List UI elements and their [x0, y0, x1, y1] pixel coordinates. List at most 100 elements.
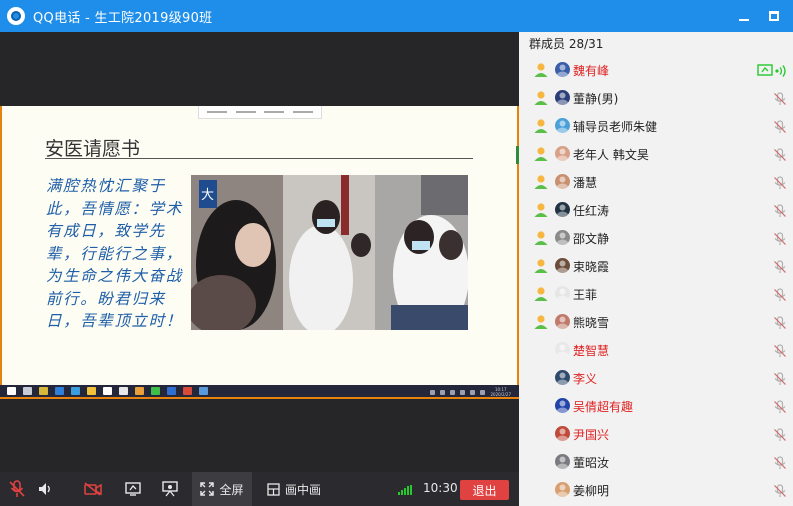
- member-row[interactable]: 董昭汝: [519, 448, 793, 476]
- member-role-icon: [533, 314, 549, 330]
- member-avatar: [555, 202, 570, 217]
- member-row[interactable]: 潘慧: [519, 168, 793, 196]
- member-avatar: [555, 258, 570, 273]
- minimize-button[interactable]: [734, 6, 754, 26]
- app-icon: [135, 387, 144, 395]
- member-muted-icon: [773, 259, 787, 273]
- member-name: 辅导员老师朱健: [573, 120, 658, 134]
- member-row[interactable]: 李义: [519, 364, 793, 392]
- picture-in-picture-icon: [267, 482, 280, 496]
- member-row[interactable]: 熊晓雪: [519, 308, 793, 336]
- member-role-icon: [533, 146, 549, 162]
- qq-icon: [167, 387, 176, 395]
- member-role-icon: [533, 202, 549, 218]
- mail-icon: [119, 387, 128, 395]
- member-muted-icon: [773, 175, 787, 189]
- leave-call-button[interactable]: 退出: [460, 480, 509, 500]
- member-row[interactable]: 邵文静: [519, 224, 793, 252]
- member-name: 熊晓雪: [573, 316, 610, 330]
- share-screen-button[interactable]: [122, 472, 144, 506]
- member-role-icon: [533, 286, 549, 302]
- member-muted-icon: [773, 91, 787, 105]
- microphone-button[interactable]: [6, 472, 28, 506]
- chrome-icon: [199, 387, 208, 395]
- member-row[interactable]: 姜柳明: [519, 476, 793, 504]
- member-name: 姜柳明: [573, 484, 610, 498]
- qq-logo-icon: [7, 7, 25, 25]
- browser-icon: [55, 387, 64, 395]
- fullscreen-icon: [200, 482, 215, 496]
- member-name: 楚智慧: [573, 344, 610, 358]
- picture-in-picture-button[interactable]: 画中画: [262, 472, 326, 506]
- member-name: 尹国兴: [573, 428, 610, 442]
- fullscreen-button[interactable]: 全屏: [192, 472, 252, 506]
- member-muted-icon: [773, 315, 787, 329]
- member-avatar: [555, 286, 570, 301]
- member-muted-icon: [773, 399, 787, 413]
- member-muted-icon: [773, 287, 787, 301]
- camera-button[interactable]: [82, 472, 104, 506]
- member-role-icon: [533, 62, 549, 78]
- wechat-icon: [151, 387, 160, 395]
- sharing-speaking-icon: [757, 63, 789, 77]
- start-icon: [7, 387, 16, 395]
- member-role-icon: [533, 174, 549, 190]
- member-row[interactable]: 束晓霞: [519, 252, 793, 280]
- minimize-icon: [739, 19, 749, 21]
- member-avatar: [555, 426, 570, 441]
- shared-slide: 安医请愿书 满腔热忱汇聚于此，吾情愿：学术有成日，致学先辈，行能行之事，为生命之…: [0, 106, 519, 387]
- maximize-button[interactable]: [764, 6, 784, 26]
- member-row[interactable]: 任红涛: [519, 196, 793, 224]
- picture-in-picture-label: 画中画: [284, 482, 321, 497]
- system-tray: 10:17 2020/2/27: [430, 387, 511, 397]
- fullscreen-label: 全屏: [219, 482, 244, 497]
- call-duration: 10:30: [423, 481, 458, 495]
- member-muted-icon: [773, 343, 787, 357]
- screen-share-view[interactable]: 安医请愿书 满腔热忱汇聚于此，吾情愿：学术有成日，致学先辈，行能行之事，为生命之…: [0, 32, 519, 472]
- explorer-icon: [87, 387, 96, 395]
- member-row[interactable]: 吴倩超有趣: [519, 392, 793, 420]
- member-muted-icon: [773, 203, 787, 217]
- member-name: 李义: [573, 372, 598, 386]
- member-name: 董静(男): [573, 92, 619, 106]
- taskbar-clock: 10:17 2020/2/27: [490, 387, 511, 397]
- member-row[interactable]: 楚智慧: [519, 336, 793, 364]
- speaker-icon: [39, 483, 50, 495]
- member-muted-icon: [773, 119, 787, 133]
- member-name: 潘慧: [573, 176, 598, 190]
- member-avatar: [555, 314, 570, 329]
- slide-divider: [45, 158, 473, 159]
- member-name: 束晓霞: [573, 260, 610, 274]
- edge-icon: [71, 387, 80, 395]
- member-muted-icon: [773, 483, 787, 497]
- member-muted-icon: [773, 231, 787, 245]
- member-avatar: [555, 62, 570, 77]
- slide-title: 安医请愿书: [45, 138, 141, 160]
- member-avatar: [555, 146, 570, 161]
- member-avatar: [555, 118, 570, 133]
- member-list-panel: 群成员 28/31 魏有峰 董静(男) 辅导员老师朱健 老年人 韩文昊 潘慧 任红涛 邵文静…: [519, 32, 793, 506]
- member-row[interactable]: 董静(男): [519, 84, 793, 112]
- member-name: 董昭汝: [573, 456, 610, 470]
- member-muted-icon: [773, 371, 787, 385]
- member-avatar: [555, 482, 570, 497]
- member-row[interactable]: 王菲: [519, 280, 793, 308]
- member-row[interactable]: 老年人 韩文昊: [519, 140, 793, 168]
- title-bar: QQ电话 - 生工院2019级90班: [0, 0, 793, 32]
- microphone-muted-icon: [9, 480, 25, 497]
- speaker-button[interactable]: [36, 472, 54, 506]
- powerpoint-icon: [183, 387, 192, 395]
- presentation-button[interactable]: [159, 472, 181, 506]
- search-icon: [23, 387, 32, 395]
- slide-body-text: 满腔热忱汇聚于此，吾情愿：学术有成日，致学先辈，行能行之事，为生命之伟大奋战前行…: [46, 177, 183, 330]
- member-name: 王菲: [573, 288, 598, 302]
- member-muted-icon: [773, 427, 787, 441]
- member-role-icon: [533, 230, 549, 246]
- member-role-icon: [533, 118, 549, 134]
- member-row[interactable]: 辅导员老师朱健: [519, 112, 793, 140]
- member-row[interactable]: 魏有峰: [519, 56, 793, 84]
- window-title: QQ电话 - 生工院2019级90班: [33, 10, 213, 26]
- member-row[interactable]: 尹国兴: [519, 420, 793, 448]
- camera-off-icon: [84, 482, 102, 496]
- share-toolbar-strip: [198, 106, 322, 119]
